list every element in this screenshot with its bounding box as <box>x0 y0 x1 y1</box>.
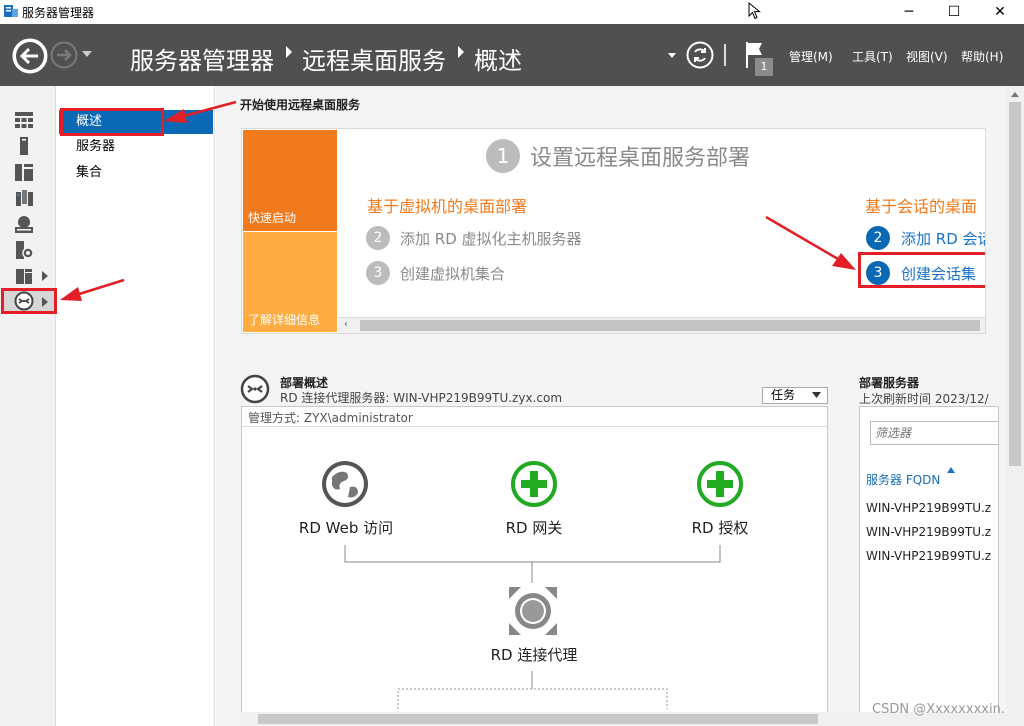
watermark: CSDN @Xxxxxxxxin. <box>872 702 1005 717</box>
tile-quick-start-label: 快速启动 <box>248 211 297 225</box>
window-title: 服务器管理器 <box>22 6 95 20</box>
tasks-dropdown[interactable]: 任务 <box>762 387 828 404</box>
menu-tools[interactable]: 工具(T) <box>852 48 893 65</box>
step1-title: 设置远程桌面服务部署 <box>530 146 751 171</box>
deployment-broker-subtitle: RD 连接代理服务器: WIN-VHP219B99TU.zyx.com <box>280 391 563 405</box>
vscrollbar-thumb[interactable] <box>1009 102 1021 466</box>
notification-count-badge: 1 <box>755 58 773 76</box>
breadcrumb-server-manager[interactable]: 服务器管理器 <box>130 41 274 76</box>
managed-by-label: 管理方式: ZYX\administrator <box>242 407 827 427</box>
header-bar: 服务器管理器 远程桌面服务 概述 1 管理(M) 工具(T) 视图(V) 帮助(… <box>0 24 1024 86</box>
nav-list: 概述 服务器 集合 <box>57 86 215 726</box>
chevron-down-icon <box>812 392 821 398</box>
file-storage-services-icon[interactable] <box>14 188 34 208</box>
header-divider <box>724 44 726 66</box>
column-header-fqdn[interactable]: 服务器 FQDN <box>866 471 940 488</box>
iis-icon[interactable] <box>14 214 34 234</box>
annotation-highlight-create-collection <box>858 252 985 288</box>
table-row[interactable]: WIN-VHP219B99TU.z <box>866 549 991 563</box>
deployment-diagram: 管理方式: ZYX\administrator RD Web 访问 RD 网关 … <box>241 406 828 726</box>
hscrollbar-thumb[interactable] <box>258 714 818 724</box>
tile-learn-more-label: 了解详细信息 <box>248 313 321 327</box>
quickstart-panel: 快速启动 了解详细信息 1 设置远程桌面服务部署 基于虚拟机的桌面部署 2 添加… <box>241 128 986 334</box>
session-deploy-title: 基于会话的桌面 <box>865 197 978 216</box>
table-row[interactable]: WIN-VHP219B99TU.z <box>866 501 991 515</box>
tile-learn-more[interactable]: 了解详细信息 <box>243 232 337 332</box>
rd-web-access-label: RD Web 访问 <box>298 519 394 537</box>
step-number-1: 1 <box>486 139 520 173</box>
vm-step-create-vm-collection[interactable]: 创建虚拟机集合 <box>400 263 505 284</box>
menu-manage[interactable]: 管理(M) <box>789 48 833 65</box>
vm-step-number-3: 3 <box>366 261 390 285</box>
quickstart-hscrollbar[interactable]: ‹ <box>338 317 985 333</box>
tile-quick-start[interactable]: 快速启动 <box>243 130 337 231</box>
other-roles-icon[interactable] <box>14 266 34 286</box>
table-row[interactable]: WIN-VHP219B99TU.z <box>866 525 991 539</box>
breadcrumb-separator-icon <box>458 46 464 58</box>
refresh-icon[interactable] <box>686 41 714 69</box>
vm-step-add-virtualization-host[interactable]: 添加 RD 虚拟化主机服务器 <box>400 228 582 249</box>
filter-input[interactable] <box>870 421 998 445</box>
main-content: 开始使用远程桌面服务 快速启动 了解详细信息 1 设置远程桌面服务部署 基于虚拟… <box>216 86 1006 726</box>
refresh-dropdown-icon[interactable] <box>668 53 676 59</box>
remote-access-icon[interactable] <box>14 240 34 260</box>
rd-web-access-globe-icon[interactable] <box>320 459 370 509</box>
rd-gateway-label: RD 网关 <box>505 519 563 537</box>
title-bar: 服务器管理器 ─ ☐ ✕ <box>0 0 1024 24</box>
rd-licensing-label: RD 授权 <box>691 519 749 537</box>
back-arrow-icon[interactable] <box>12 38 48 74</box>
nav-item-collections[interactable]: 集合 <box>59 161 213 185</box>
session-step-number-2: 2 <box>866 226 890 250</box>
sort-ascending-icon <box>947 467 955 473</box>
main-vscrollbar[interactable] <box>1006 86 1024 726</box>
nav-item-servers[interactable]: 服务器 <box>59 135 213 159</box>
annotation-highlight-rds <box>1 288 57 314</box>
session-step-add-session-host[interactable]: 添加 RD 会话 <box>901 228 985 249</box>
left-icon-rail <box>0 86 57 726</box>
vm-deploy-title: 基于虚拟机的桌面部署 <box>367 197 528 216</box>
quickstart-heading: 开始使用远程桌面服务 <box>240 98 361 112</box>
deployment-servers-panel: 服务器 FQDN WIN-VHP219B99TU.z WIN-VHP219B99… <box>859 406 999 726</box>
breadcrumb-separator-icon <box>286 46 292 58</box>
server-manager-app-icon <box>4 5 18 17</box>
scrollbar-thumb[interactable] <box>360 320 980 331</box>
expand-arrow-icon[interactable] <box>42 271 48 281</box>
deployment-servers-refresh-time: 上次刷新时间 2023/12/ <box>859 392 989 406</box>
dashboard-icon[interactable] <box>14 110 34 130</box>
menu-view[interactable]: 视图(V) <box>906 48 948 65</box>
mouse-cursor-icon <box>748 2 761 20</box>
rd-connection-broker-icon[interactable] <box>507 585 559 637</box>
scroll-left-icon[interactable]: ‹ <box>344 319 348 330</box>
breadcrumb-overview: 概述 <box>474 47 522 75</box>
annotation-highlight-overview <box>60 108 164 136</box>
maximize-button[interactable]: ☐ <box>931 0 977 24</box>
scroll-up-icon[interactable] <box>1011 92 1019 97</box>
close-button[interactable]: ✕ <box>977 0 1023 24</box>
local-server-icon[interactable] <box>14 136 34 156</box>
all-servers-icon[interactable] <box>14 162 34 182</box>
vm-step-number-2: 2 <box>366 226 390 250</box>
rd-connection-broker-label: RD 连接代理 <box>490 646 578 664</box>
tasks-label: 任务 <box>771 388 796 402</box>
menu-help[interactable]: 帮助(H) <box>961 48 1003 65</box>
history-dropdown-icon[interactable] <box>82 51 92 59</box>
add-rd-licensing-icon[interactable] <box>695 459 745 509</box>
minimize-button[interactable]: ─ <box>886 0 932 24</box>
breadcrumb-remote-desktop[interactable]: 远程桌面服务 <box>302 41 446 76</box>
deployment-servers-title: 部署服务器 <box>859 376 920 390</box>
remote-desktop-deploy-icon <box>240 374 270 404</box>
forward-arrow-icon[interactable] <box>50 41 78 69</box>
add-rd-gateway-icon[interactable] <box>509 459 559 509</box>
